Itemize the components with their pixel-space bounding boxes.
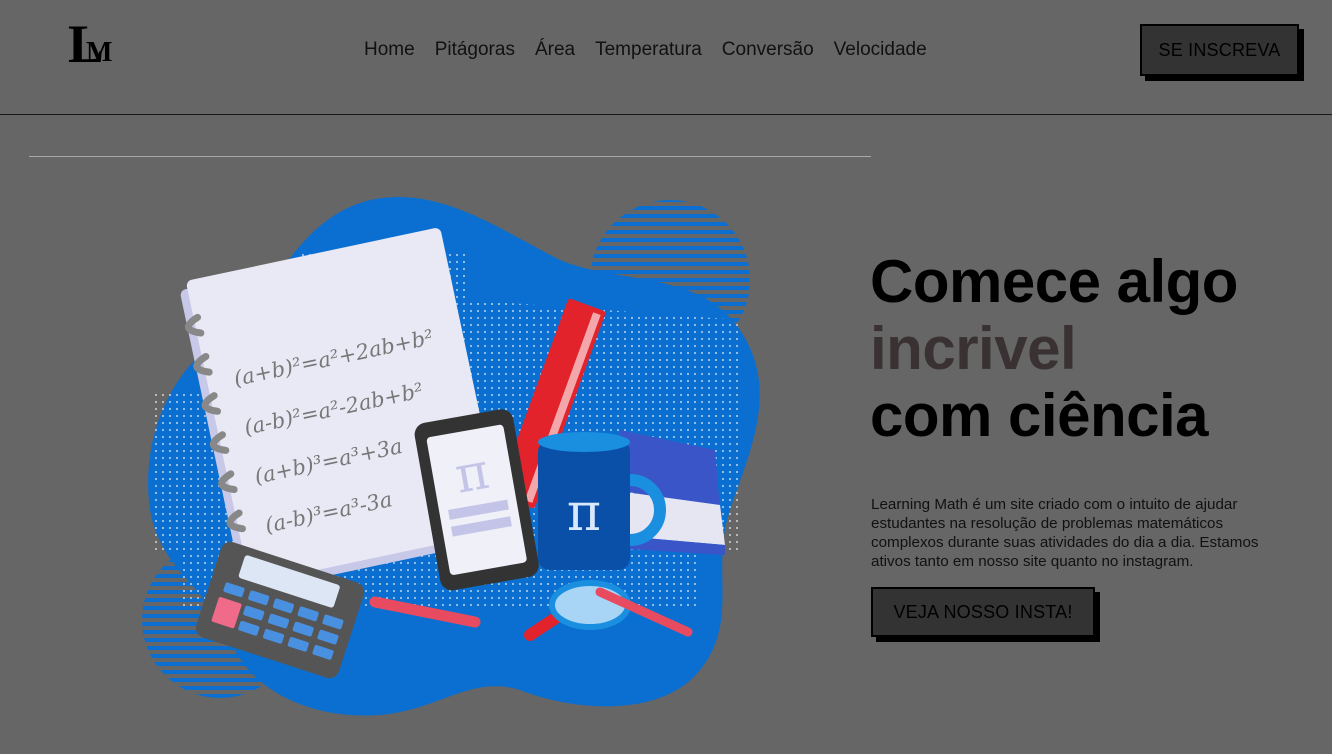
nav-velocidade[interactable]: Velocidade xyxy=(834,38,927,62)
logo-letter-m: M xyxy=(86,37,113,68)
site-header: L M Home Pitágoras Área Temperatura Conv… xyxy=(0,0,1332,115)
instagram-button[interactable]: VEJA NOSSO INSTA! xyxy=(871,587,1095,637)
hero-description: Learning Math é um site criado com o int… xyxy=(871,496,1259,571)
headline-line-1: Comece algo xyxy=(870,248,1238,315)
nav-temperatura[interactable]: Temperatura xyxy=(595,38,702,62)
logo[interactable]: L M xyxy=(66,16,118,74)
subscribe-button[interactable]: SE INSCREVA xyxy=(1140,24,1299,76)
nav-home[interactable]: Home xyxy=(364,38,415,62)
nav-pitagoras[interactable]: Pitágoras xyxy=(435,38,515,62)
headline-line-2: incrivel xyxy=(870,315,1077,382)
nav-area[interactable]: Área xyxy=(535,38,575,62)
main-nav: Home Pitágoras Área Temperatura Conversã… xyxy=(364,38,927,62)
headline-line-3: com ciência xyxy=(870,382,1209,449)
illustration-svg: (a+b)²=a²+2ab+b² (a-b)²=a²-2ab+b² (a+b)³… xyxy=(142,197,760,716)
section-divider xyxy=(29,156,871,157)
nav-conversao[interactable]: Conversão xyxy=(722,38,814,62)
math-illustration: (a+b)²=a²+2ab+b² (a-b)²=a²-2ab+b² (a+b)³… xyxy=(140,190,780,730)
hero-headline: Comece algo incrivel com ciência xyxy=(870,248,1238,449)
mug-pi: π xyxy=(567,483,601,543)
